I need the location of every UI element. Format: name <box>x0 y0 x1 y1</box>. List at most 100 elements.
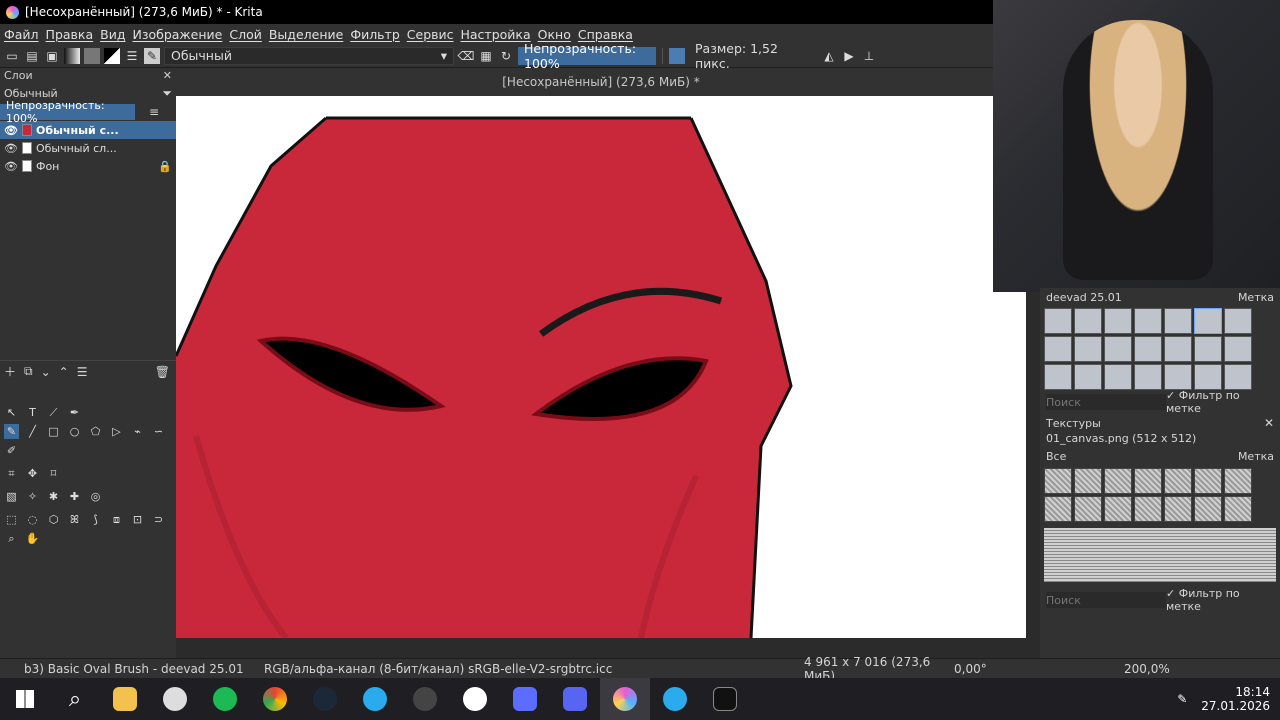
brush-preset[interactable] <box>1044 308 1072 334</box>
brush-preset[interactable] <box>1194 364 1222 390</box>
texture-tag-value[interactable]: Все <box>1046 450 1066 463</box>
texture-item[interactable] <box>1044 496 1072 522</box>
text-tool-icon[interactable]: T <box>25 405 40 420</box>
menu-settings[interactable]: Настройка <box>461 27 531 42</box>
texture-item[interactable] <box>1164 496 1192 522</box>
brush-preset[interactable] <box>1164 336 1192 362</box>
layer-item[interactable]: 👁 Фон 🔒 <box>0 157 176 175</box>
texture-item[interactable] <box>1104 496 1132 522</box>
menu-image[interactable]: Изображение <box>132 27 222 42</box>
discord-icon[interactable] <box>550 678 600 720</box>
brush-tag-menu[interactable]: Метка <box>1238 291 1274 304</box>
polyline-tool-icon[interactable]: ▷ <box>109 424 124 439</box>
texture-item[interactable] <box>1074 496 1102 522</box>
brush-preset[interactable] <box>1194 336 1222 362</box>
menu-view[interactable]: Вид <box>100 27 125 42</box>
zoom-tool-icon[interactable]: ⌕ <box>4 531 19 546</box>
transform-tool-icon[interactable]: ⌑ <box>46 466 61 481</box>
filter-icon[interactable]: ⏷ <box>162 86 172 101</box>
pan-tool-icon[interactable]: ✋ <box>25 531 40 546</box>
alpha-lock-icon[interactable]: ▦ <box>478 48 494 64</box>
clock[interactable]: 18:14 27.01.2026 <box>1201 685 1270 713</box>
gradient-tool-icon[interactable]: ▧ <box>4 489 19 504</box>
chatgpt-icon[interactable] <box>150 678 200 720</box>
eye-icon[interactable]: 👁 <box>4 142 18 155</box>
texture-filter-checkbox[interactable]: ✓ Фильтр по метке <box>1166 587 1274 613</box>
lock-icon[interactable]: 🔒 <box>158 160 172 173</box>
texture-item[interactable] <box>1194 496 1222 522</box>
brush-preset[interactable] <box>1044 364 1072 390</box>
polygon-select-icon[interactable]: ⬡ <box>46 512 61 527</box>
brush-filter-checkbox[interactable]: ✓ Фильтр по метке <box>1166 389 1274 415</box>
magnetic-select-icon[interactable]: ⊃ <box>151 512 166 527</box>
pen-tray-icon[interactable]: ✎ <box>1177 692 1187 706</box>
texture-item[interactable] <box>1164 468 1192 494</box>
xppen-icon[interactable] <box>700 678 750 720</box>
fg-bg-color-icon[interactable] <box>104 47 120 64</box>
menu-file[interactable]: Файл <box>4 27 39 42</box>
panel-close-icon[interactable]: ✕ <box>163 69 172 82</box>
polygon-tool-icon[interactable]: ⬠ <box>88 424 103 439</box>
brush-preset[interactable] <box>1104 336 1132 362</box>
new-file-icon[interactable]: ▭ <box>4 48 20 64</box>
color-picker-icon[interactable]: ✧ <box>25 489 40 504</box>
brush-preset[interactable] <box>1224 336 1252 362</box>
brush-preset[interactable] <box>1104 308 1132 334</box>
ellipse-select-icon[interactable]: ◌ <box>25 512 40 527</box>
texture-item[interactable] <box>1224 496 1252 522</box>
app-icon[interactable] <box>500 678 550 720</box>
gradient-icon[interactable] <box>64 47 80 64</box>
brush-tag-value[interactable]: deevad 25.01 <box>1046 291 1122 304</box>
wrap-around-icon[interactable]: ⊥ <box>861 48 877 64</box>
eye-icon[interactable]: 👁 <box>4 124 18 137</box>
layer-item[interactable]: 👁 Обычный с... <box>0 121 176 139</box>
duplicate-layer-icon[interactable]: ⧉ <box>24 364 33 379</box>
telegram-icon[interactable] <box>350 678 400 720</box>
move-tool-icon[interactable]: ✥ <box>25 466 40 481</box>
brush-preset[interactable] <box>1134 336 1162 362</box>
lasso-select-icon[interactable]: ꕤ <box>67 512 82 527</box>
edit-shapes-icon[interactable]: ⟋ <box>46 405 61 420</box>
assistant-tool-icon[interactable]: ◎ <box>88 489 103 504</box>
smart-patch-icon[interactable]: ✱ <box>46 489 61 504</box>
menu-select[interactable]: Выделение <box>269 27 343 42</box>
save-file-icon[interactable]: ▣ <box>44 48 60 64</box>
status-brush[interactable]: b3) Basic Oval Brush - deevad 25.01 <box>24 662 264 676</box>
pattern-icon[interactable] <box>84 47 100 64</box>
steam-icon[interactable] <box>300 678 350 720</box>
krita-taskbar-icon[interactable] <box>600 678 650 720</box>
texture-item[interactable] <box>1224 468 1252 494</box>
menu-help[interactable]: Справка <box>578 27 633 42</box>
texture-item[interactable] <box>1044 468 1072 494</box>
menu-filter[interactable]: Фильтр <box>350 27 399 42</box>
line-tool-icon[interactable]: ╱ <box>25 424 40 439</box>
brush-search-input[interactable] <box>1046 394 1166 410</box>
reload-preset-icon[interactable]: ↻ <box>498 48 514 64</box>
move-down-icon[interactable]: ⌄ <box>41 365 51 379</box>
fill-tool-icon[interactable]: ✚ <box>67 489 82 504</box>
menu-window[interactable]: Окно <box>538 27 571 42</box>
status-zoom[interactable]: 200,0% <box>1124 662 1170 676</box>
blend-mode-select[interactable]: Обычный ▾ <box>164 46 454 65</box>
brush-preset[interactable] <box>1134 308 1162 334</box>
similar-select-icon[interactable]: ⧈ <box>109 512 124 527</box>
drawing-canvas[interactable] <box>176 96 1026 638</box>
brush-preset[interactable] <box>1224 364 1252 390</box>
add-layer-icon[interactable]: ＋ <box>4 363 16 380</box>
brush-preset[interactable] <box>1224 308 1252 334</box>
layer-item[interactable]: 👁 Обычный сл... <box>0 139 176 157</box>
mirror-horizontal-icon[interactable]: ◭ <box>821 48 837 64</box>
start-icon[interactable] <box>0 678 50 720</box>
calligraphy-icon[interactable]: ✒ <box>67 405 82 420</box>
file-explorer-icon[interactable] <box>100 678 150 720</box>
freehand-path-icon[interactable]: ∽ <box>151 424 166 439</box>
document-tab[interactable]: [Несохранённый] (273,6 МиБ) * <box>176 68 1026 96</box>
texture-item[interactable] <box>1074 468 1102 494</box>
texture-item[interactable] <box>1104 468 1132 494</box>
search-icon[interactable]: ⌕ <box>50 678 100 720</box>
brush-preset[interactable] <box>1074 336 1102 362</box>
texture-search-input[interactable] <box>1046 592 1166 608</box>
layer-menu-icon[interactable]: ≡ <box>149 105 159 119</box>
rect-select-icon[interactable]: ⬚ <box>4 512 19 527</box>
dynamic-brush-icon[interactable]: ✐ <box>4 443 19 458</box>
